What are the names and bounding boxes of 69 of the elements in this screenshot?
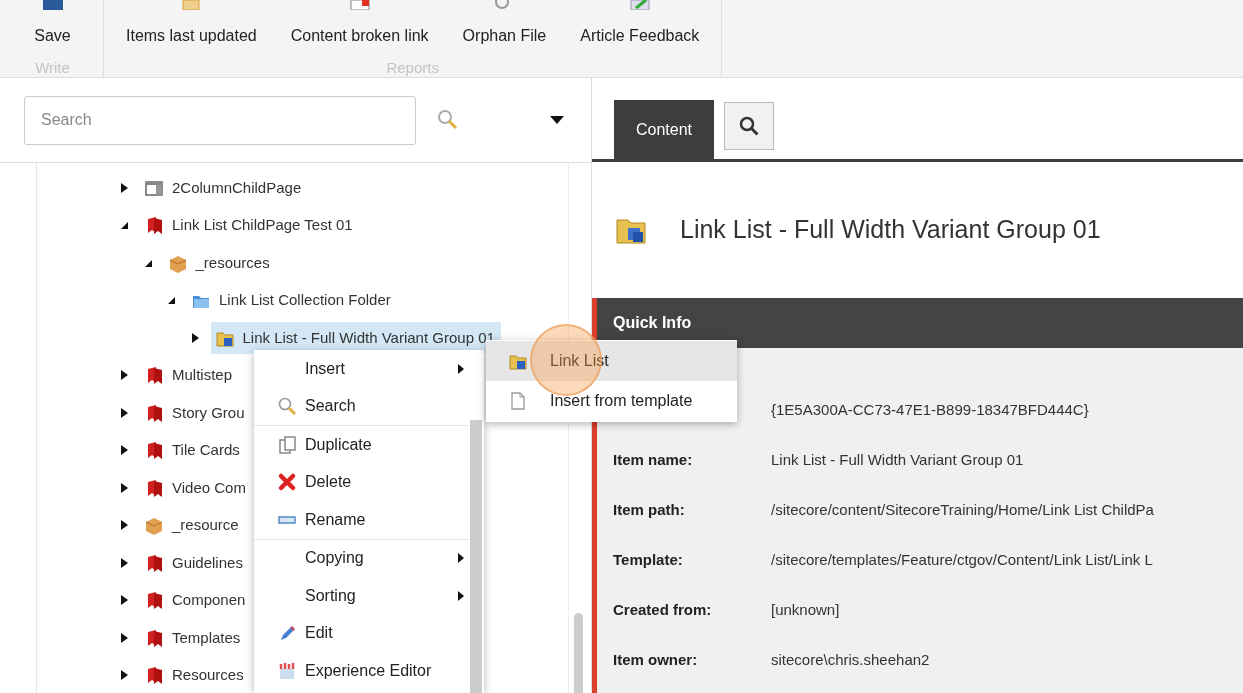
box-icon xyxy=(144,515,164,536)
field-value: /sitecore/content/SitecoreTraining/Home/Link List ChildPa xyxy=(771,499,1154,520)
expand-arrow-icon[interactable] xyxy=(118,406,130,419)
tree-item[interactable]: Link List Collection Folder xyxy=(187,284,397,317)
submenu-item[interactable]: Insert from template xyxy=(486,381,737,421)
expand-arrow-icon[interactable] xyxy=(118,594,130,607)
field-label: Created from: xyxy=(613,599,713,620)
content-tab[interactable]: Content xyxy=(614,100,715,159)
search-icon xyxy=(277,396,297,417)
duplicate-icon xyxy=(277,434,297,455)
search-icon xyxy=(738,115,761,137)
tree-item[interactable]: Multistep xyxy=(140,359,239,392)
tree-item[interactable]: Story Grou xyxy=(140,396,251,429)
tree-item[interactable]: Video Com xyxy=(140,471,252,504)
search-tab-button[interactable] xyxy=(724,102,775,150)
ribbon-button[interactable]: Save xyxy=(34,0,71,48)
tree-item[interactable]: Link List ChildPage Test 01 xyxy=(140,209,359,242)
tree-item[interactable]: Resources xyxy=(140,659,250,692)
field-value: [unknown] xyxy=(771,599,840,620)
menu-item[interactable]: Experience Editor xyxy=(254,652,468,690)
field-label: Item owner: xyxy=(613,649,699,670)
ribbon-button[interactable]: Items last updated xyxy=(126,0,257,48)
ribbon-button[interactable]: Content broken link xyxy=(290,0,429,48)
field-label: Item path: xyxy=(613,499,686,520)
tree-item[interactable]: Templates xyxy=(140,621,247,654)
field-label: Item name: xyxy=(613,449,694,470)
tree-item[interactable]: Componen xyxy=(140,584,252,617)
tree-item[interactable]: Guidelines xyxy=(140,546,249,579)
expand-arrow-icon[interactable] xyxy=(118,369,130,382)
menu-item[interactable]: Sorting xyxy=(254,577,468,615)
field-label: Template: xyxy=(613,549,684,570)
submenu-item[interactable]: Link List xyxy=(486,341,737,381)
delete-icon xyxy=(277,472,297,493)
submenu-arrow-icon xyxy=(458,363,464,374)
ribbon-button[interactable]: Article Feedback xyxy=(580,0,700,48)
editor-icon xyxy=(277,660,297,681)
ribbon-button[interactable]: Orphan File xyxy=(462,0,547,48)
menu-item[interactable]: Delete xyxy=(254,463,468,501)
tree-item[interactable]: Tile Cards xyxy=(140,434,246,467)
submenu-arrow-icon xyxy=(458,590,464,601)
field-value: {1E5A300A-CC73-47E1-B899-18347BFD444C} xyxy=(771,399,1089,420)
field-value: /sitecore/templates/Feature/ctgov/Content/Link List/Link L xyxy=(771,549,1153,570)
tree-item[interactable]: 2ColumnChildPage xyxy=(140,171,308,204)
expand-arrow-icon[interactable] xyxy=(118,556,130,569)
search-field[interactable]: Search xyxy=(24,95,416,145)
tree-item[interactable]: _resources xyxy=(163,246,276,279)
menu-item[interactable]: Duplicate xyxy=(254,426,468,464)
menu-item[interactable]: Search xyxy=(254,387,468,425)
menu-item[interactable]: Rename xyxy=(254,501,468,539)
submenu-arrow-icon xyxy=(458,553,464,564)
scrollbar[interactable] xyxy=(470,420,482,693)
menu-item[interactable]: Edit xyxy=(254,614,468,652)
tree-item[interactable]: _resource xyxy=(140,509,245,542)
expand-arrow-icon[interactable] xyxy=(118,669,130,682)
menu-item[interactable]: Copying xyxy=(254,539,468,577)
document-icon xyxy=(508,391,528,411)
expand-arrow-icon[interactable] xyxy=(118,481,130,494)
expand-arrow-icon[interactable] xyxy=(118,519,130,532)
report-icon xyxy=(40,0,65,10)
expand-arrow-icon[interactable] xyxy=(118,631,130,644)
quick-info-header[interactable]: Quick Info xyxy=(597,298,1243,348)
expand-arrow-icon[interactable] xyxy=(118,181,130,194)
dropdown-caret-icon[interactable] xyxy=(550,116,564,124)
field-value: Link List - Full Width Variant Group 01 xyxy=(771,449,1024,470)
report-icon xyxy=(627,0,652,10)
field-value: sitecore\chris.sheehan2 xyxy=(771,649,930,670)
scrollbar-thumb[interactable] xyxy=(574,613,583,693)
expand-arrow-icon[interactable] xyxy=(118,444,130,457)
item-title: Link List - Full Width Variant Group 01 xyxy=(680,214,1101,246)
